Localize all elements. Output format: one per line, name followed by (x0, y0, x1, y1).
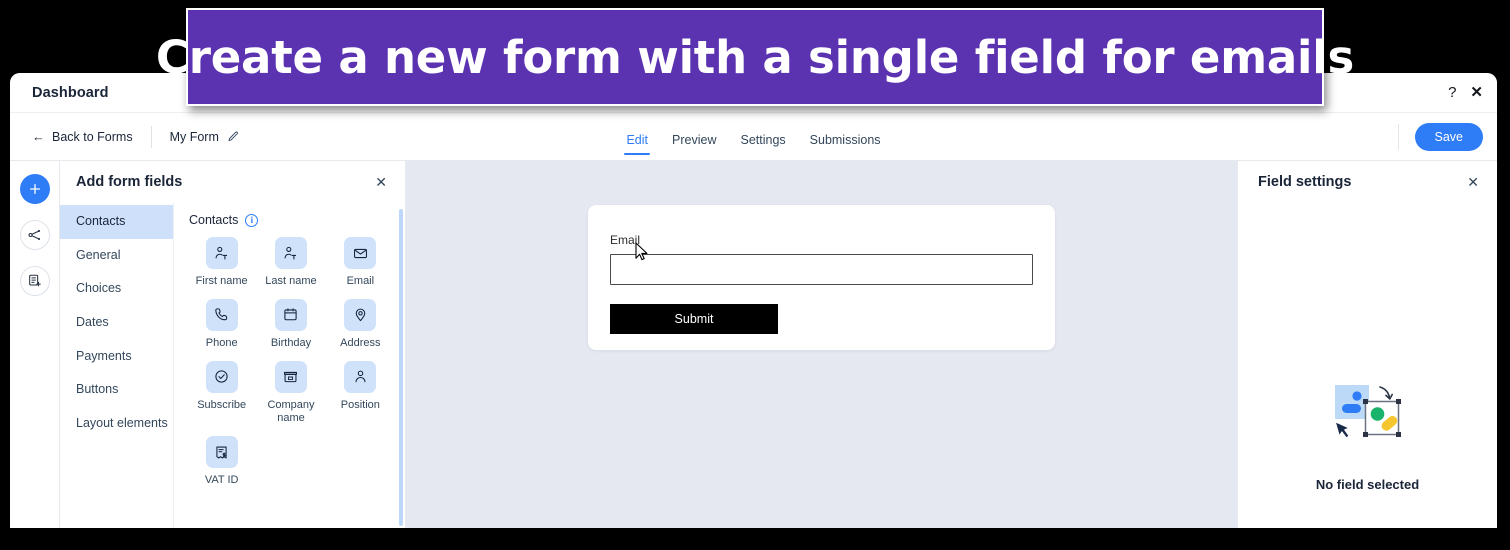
field-card-company-name[interactable]: Company name (258, 360, 323, 427)
tab-settings[interactable]: Settings (740, 117, 785, 160)
field-card-vat-id[interactable]: VAT ID (189, 436, 254, 488)
field-label: Phone (205, 336, 238, 349)
field-grid: First name Last name Email Phone Birthda… (189, 237, 393, 488)
envelope-icon (344, 237, 377, 269)
field-label: Birthday (270, 336, 312, 349)
document-add-icon (28, 274, 41, 287)
field-label: First name (195, 275, 248, 287)
add-icon (29, 183, 40, 195)
add-field-rail-button[interactable] (19, 174, 50, 204)
category-layout-elements[interactable]: Layout elements (60, 407, 173, 441)
arrow-left-icon: ← (32, 129, 45, 144)
field-card-position[interactable]: Position (328, 360, 393, 427)
editor-toolbar: ← Back to Forms My Form Edit Preview Set… (10, 113, 1497, 161)
window-actions: ? ✕ (1448, 73, 1483, 112)
category-contacts[interactable]: Contacts (60, 205, 173, 239)
add-form-fields-title: Add form fields (76, 174, 183, 190)
app-window: Dashboard ? ✕ ← Back to Forms My Form Ed… (10, 73, 1497, 528)
category-payments[interactable]: Payments (60, 340, 173, 374)
toolbar-left: ← Back to Forms My Form (32, 125, 239, 148)
field-label: Subscribe (197, 398, 247, 411)
pencil-icon[interactable] (227, 131, 239, 143)
field-label: Position (340, 398, 380, 411)
tab-preview[interactable]: Preview (672, 117, 716, 160)
instruction-banner-text: Create a new form with a single field fo… (155, 30, 1355, 84)
field-label: Email (346, 275, 375, 287)
form-name-group[interactable]: My Form (170, 130, 239, 144)
field-settings-panel: Field settings ✕ No field selected (1237, 161, 1497, 528)
person-text-icon (205, 237, 238, 269)
form-preview-canvas: Email Submit (406, 161, 1237, 528)
no-field-selected-text: No field selected (1315, 477, 1420, 492)
calendar-icon (274, 298, 307, 331)
back-to-forms-button[interactable]: ← Back to Forms (32, 130, 133, 144)
submit-button[interactable]: Submit (610, 304, 778, 334)
form-preview-card: Email Submit (588, 205, 1055, 350)
help-icon[interactable]: ? (1448, 85, 1456, 100)
category-dates[interactable]: Dates (60, 306, 173, 340)
add-form-fields-body: Contacts General Choices Dates Payments … (60, 203, 405, 528)
field-group-title: Contacts (189, 213, 239, 227)
field-grid-column: Contacts i First name Last name Email Ph… (174, 203, 405, 528)
info-icon[interactable]: i (245, 213, 259, 227)
field-card-first-name[interactable]: First name (189, 237, 254, 289)
toolbar-right: Save (1397, 113, 1483, 160)
add-form-fields-panel: Add form fields ✕ Contacts General Choic… (60, 161, 406, 528)
field-grid-inner: Contacts i First name Last name Email Ph… (175, 203, 405, 488)
tab-submissions[interactable]: Submissions (810, 117, 881, 160)
field-settings-title: Field settings (1258, 174, 1352, 190)
field-category-list: Contacts General Choices Dates Payments … (60, 203, 174, 528)
field-card-phone[interactable]: Phone (189, 298, 254, 351)
document-add-rail-button[interactable] (19, 266, 50, 296)
field-card-address[interactable]: Address (328, 298, 393, 351)
field-label: Last name (265, 275, 317, 287)
add-form-fields-close-icon[interactable]: ✕ (375, 175, 387, 189)
field-settings-close-icon[interactable]: ✕ (1467, 175, 1479, 189)
field-label: VAT ID (204, 474, 239, 486)
branch-icon (28, 229, 40, 241)
tab-edit[interactable]: Edit (624, 117, 650, 160)
field-settings-header: Field settings ✕ (1238, 161, 1497, 203)
field-label: Company name (267, 398, 315, 425)
email-field-label: Email (610, 233, 641, 247)
back-to-forms-label: Back to Forms (52, 129, 133, 144)
add-form-fields-header: Add form fields ✕ (60, 161, 405, 203)
person-text-icon (274, 237, 307, 269)
field-card-birthday[interactable]: Birthday (258, 298, 323, 351)
form-name-label: My Form (169, 129, 219, 144)
field-card-last-name[interactable]: Last name (258, 237, 323, 289)
field-label: Address (340, 336, 381, 349)
field-grid-scrollbar[interactable] (399, 209, 403, 526)
phone-icon (205, 298, 238, 331)
check-circle-icon (205, 360, 238, 393)
drag-field-illustration (1333, 385, 1401, 439)
toolbar-divider (150, 125, 152, 148)
person-icon (344, 360, 377, 393)
save-button[interactable]: Save (1414, 122, 1483, 151)
toolbar-right-divider (1397, 123, 1399, 150)
storefront-icon (274, 360, 307, 393)
category-choices[interactable]: Choices (60, 272, 173, 306)
instruction-banner: Create a new form with a single field fo… (156, 8, 1354, 106)
window-title: Dashboard (32, 84, 109, 101)
category-buttons[interactable]: Buttons (60, 373, 173, 407)
editor-body: Add form fields ✕ Contacts General Choic… (10, 161, 1497, 528)
field-card-subscribe[interactable]: Subscribe (189, 360, 254, 427)
category-general[interactable]: General (60, 239, 173, 273)
field-card-email[interactable]: Email (328, 237, 393, 289)
screenshot-root: Dashboard ? ✕ ← Back to Forms My Form Ed… (0, 0, 1510, 550)
map-pin-icon (344, 298, 377, 331)
email-input[interactable] (610, 254, 1033, 285)
receipt-dollar-icon (205, 436, 238, 468)
field-settings-empty-state: No field selected (1238, 203, 1497, 528)
left-icon-rail (10, 161, 60, 528)
field-group-header: Contacts i (189, 213, 393, 227)
close-icon[interactable]: ✕ (1470, 85, 1483, 100)
branch-rail-button[interactable] (19, 220, 50, 250)
